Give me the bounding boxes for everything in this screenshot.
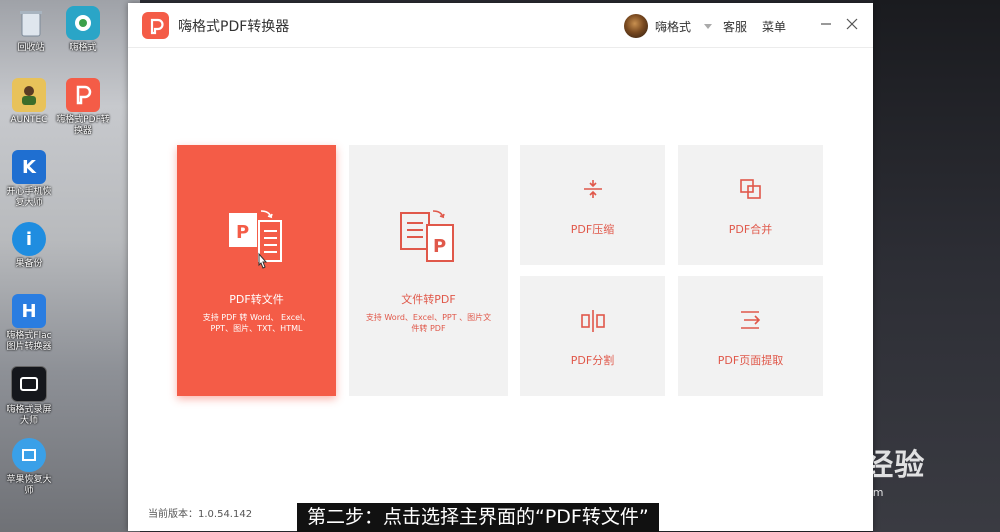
app-icon — [66, 6, 100, 40]
tile-title: PDF页面提取 — [717, 354, 784, 367]
tutorial-caption: 第二步：点击选择主界面的“PDF转文件” — [297, 503, 659, 532]
app-title: 嗨格式PDF转换器 — [178, 19, 290, 35]
tile-title: PDF分割 — [570, 354, 615, 367]
desktop-icon-app[interactable]: 嗨格式 — [52, 6, 114, 54]
mouse-pointer-icon — [255, 252, 271, 276]
title-bar: 嗨格式PDF转换器 嗨格式 客服 菜单 — [128, 3, 873, 48]
tile-title: 文件转PDF — [401, 293, 456, 306]
compress-icon — [582, 179, 604, 203]
desktop-icon-label: 嗨格式PDF转 换器 — [56, 115, 110, 136]
svg-text:P: P — [236, 222, 249, 243]
desktop-icon-backup[interactable]: i 果备份 — [0, 222, 60, 270]
image-converter-icon: H — [12, 294, 46, 328]
desktop-icon-label: 嗨格式 — [69, 43, 97, 53]
version-text: 当前版本：1.0.54.142 — [148, 509, 253, 520]
minimize-icon[interactable] — [818, 16, 834, 32]
desktop-icon-apple-recovery[interactable]: 苹果恢复大 师 — [0, 438, 60, 497]
recycle-bin-icon — [14, 6, 48, 40]
file-to-pdf-icon: P — [399, 207, 461, 275]
file-to-pdf-tile[interactable]: P 文件转PDF 支持 Word、Excel、PPT 、图片文 件转 PDF — [349, 145, 508, 396]
pdf-page-extract-tile[interactable]: PDF页面提取 — [678, 276, 823, 396]
pdf-merge-tile[interactable]: PDF合并 — [678, 145, 823, 265]
close-icon[interactable] — [844, 16, 860, 32]
customer-service-button[interactable]: 客服 — [723, 18, 747, 35]
desktop-icon-phone-recovery[interactable]: K 开心手机恢 复大师 — [0, 150, 60, 209]
watermark-url: jingyan.baidu.com — [782, 486, 884, 499]
tile-title: PDF压缩 — [570, 223, 615, 236]
desktop-icon-label: 苹果恢复大 师 — [6, 475, 52, 496]
desktop-icon-pdf-converter[interactable]: 嗨格式PDF转 换器 — [52, 78, 114, 137]
pdf-split-tile[interactable]: PDF分割 — [520, 276, 665, 396]
desktop-icon-user-folder[interactable]: AUNTEC — [0, 78, 60, 126]
tile-title: PDF转文件 — [229, 293, 284, 306]
app-logo-icon — [142, 12, 169, 39]
watermark-brand: Baidu经验 — [762, 448, 926, 483]
desktop-icon-screen-recorder[interactable]: 嗨格式录屏 大师 — [0, 366, 60, 427]
merge-icon — [739, 178, 763, 204]
avatar[interactable] — [624, 14, 648, 38]
extract-icon — [739, 309, 763, 335]
menu-button[interactable]: 菜单 — [762, 18, 786, 35]
user-folder-icon — [12, 78, 46, 112]
tile-description: 支持 Word、Excel、PPT 、图片文 件转 PDF — [365, 313, 492, 333]
apple-recovery-icon — [12, 438, 46, 472]
pdf-compress-tile[interactable]: PDF压缩 — [520, 145, 665, 265]
chevron-down-icon[interactable] — [704, 24, 712, 29]
desktop-icon-label: 嗨格式录屏 大师 — [6, 405, 52, 426]
backup-icon: i — [12, 222, 46, 256]
pdf-converter-icon — [66, 78, 100, 112]
split-icon — [580, 309, 606, 337]
desktop-icon-label: AUNTEC — [10, 115, 48, 125]
svg-text:P: P — [433, 236, 446, 257]
desktop-icon-label: 嗨格式Flac 图片转换器 — [6, 331, 52, 352]
desktop-icon-label: 果备份 — [15, 259, 43, 269]
baidu-watermark: Baidu经验 jingyan.baidu.com — [762, 440, 925, 499]
screen-recorder-icon — [11, 366, 47, 402]
desktop-icon-label: 开心手机恢 复大师 — [6, 187, 52, 208]
tile-title: PDF合并 — [728, 223, 773, 236]
desktop-icon-image-converter[interactable]: H 嗨格式Flac 图片转换器 — [0, 294, 60, 353]
phone-recovery-icon: K — [12, 150, 46, 184]
tile-description: 支持 PDF 转 Word、 Excel、 PPT、图片、TXT、HTML — [202, 313, 311, 333]
pdf-to-file-tile[interactable]: P PDF转文件 支持 PDF 转 Word、 Excel、 PPT、图片、TX… — [177, 145, 336, 396]
user-name[interactable]: 嗨格式 — [655, 18, 691, 35]
